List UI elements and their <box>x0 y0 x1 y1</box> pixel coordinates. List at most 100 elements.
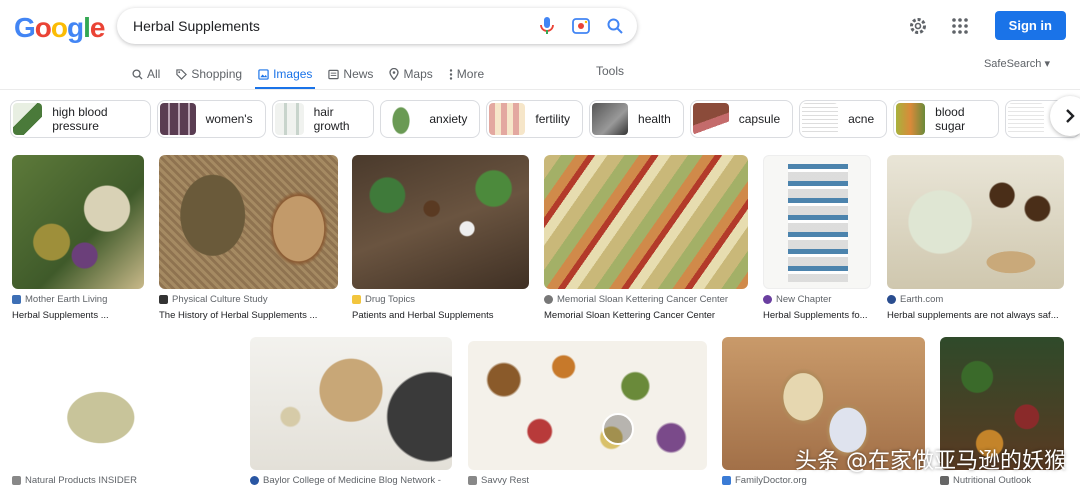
source-favicon <box>159 295 168 304</box>
apps-grid-icon[interactable] <box>947 13 973 39</box>
chip-thumbnail <box>1007 103 1044 135</box>
source-name: Natural Products INSIDER <box>25 475 137 486</box>
sign-in-button[interactable]: Sign in <box>994 11 1066 40</box>
source-name: Nutritional Outlook <box>953 475 1032 486</box>
result-title[interactable]: Herbal supplements are not always saf... <box>887 310 1064 321</box>
more-vert-icon <box>449 68 452 80</box>
result-title[interactable]: Patients and Herbal Supplements <box>352 310 529 321</box>
search-box[interactable]: Herbal Supplements <box>117 8 637 44</box>
tab-label: News <box>343 67 374 81</box>
result-thumbnail[interactable] <box>352 155 529 289</box>
camera-lens-icon[interactable] <box>569 14 593 38</box>
chip-health[interactable]: health <box>589 100 684 138</box>
chip-fertility[interactable]: fertility <box>486 100 584 138</box>
result-thumbnail[interactable] <box>159 155 338 289</box>
result-thumbnail[interactable] <box>12 339 234 470</box>
source-name: Mother Earth Living <box>25 294 108 305</box>
chip-label: hair growth <box>313 105 350 133</box>
google-logo[interactable]: Google <box>14 12 105 44</box>
source-name: Memorial Sloan Kettering Cancer Center <box>557 294 729 305</box>
map-pin-icon <box>389 68 400 80</box>
chip-womens[interactable]: women's <box>156 100 266 138</box>
source-favicon <box>12 476 21 485</box>
chip-thumbnail <box>274 103 304 135</box>
tab-maps[interactable]: Maps <box>389 60 433 88</box>
tab-shopping[interactable]: Shopping <box>176 60 242 88</box>
chip-thumbnail <box>592 103 629 135</box>
play-video-icon[interactable] <box>602 413 634 445</box>
tab-label: Maps <box>403 67 433 81</box>
logo-letter: o <box>50 12 68 43</box>
result-title[interactable]: Herbal Supplements fo... <box>763 310 871 321</box>
image-result[interactable]: Earth.com Herbal supplements are not alw… <box>887 155 1064 321</box>
chip-label: fertility <box>535 112 571 126</box>
search-icon[interactable] <box>603 14 627 38</box>
result-thumbnail[interactable] <box>887 155 1064 289</box>
safesearch-menu[interactable]: SafeSearch ▾ <box>984 57 1050 70</box>
chip-hair-growth[interactable]: hair growth <box>271 100 375 138</box>
image-result[interactable]: Mother Earth Living Herbal Supplements .… <box>12 155 144 321</box>
tab-label: More <box>456 67 485 81</box>
result-title[interactable]: Memorial Sloan Kettering Cancer Center <box>544 310 748 321</box>
tab-label: Shopping <box>191 67 243 81</box>
logo-letter: o <box>34 12 52 43</box>
chip-anxiety[interactable]: anxiety <box>380 100 481 138</box>
image-result[interactable]: New Chapter Herbal Supplements fo... <box>763 155 871 321</box>
result-thumbnail[interactable] <box>544 155 748 289</box>
chip-label: blood sugar <box>935 105 966 133</box>
header-divider <box>0 89 1080 90</box>
source-favicon <box>722 476 731 485</box>
chip-thumbnail <box>692 103 729 135</box>
chip-high-blood-pressure[interactable]: high blood pressure <box>10 100 151 138</box>
chip-thumbnail <box>802 103 839 135</box>
logo-letter: l <box>83 12 91 43</box>
settings-gear-icon[interactable] <box>905 13 931 39</box>
image-result[interactable]: Savvy Rest <box>468 341 707 486</box>
source-favicon <box>468 476 477 485</box>
source-name: Drug Topics <box>365 294 415 305</box>
tab-label: All <box>147 67 161 81</box>
image-result[interactable]: Drug Topics Patients and Herbal Suppleme… <box>352 155 529 321</box>
chip-capsule[interactable]: capsule <box>689 100 794 138</box>
image-result[interactable]: Baylor College of Medicine Blog Network … <box>250 337 452 486</box>
result-title[interactable]: Herbal Supplements ... <box>12 310 144 321</box>
chip-label: health <box>638 112 671 126</box>
image-result[interactable]: Memorial Sloan Kettering Cancer Center M… <box>544 155 748 321</box>
result-thumbnail[interactable] <box>468 341 707 470</box>
source-favicon <box>12 295 21 304</box>
chip-thumbnail <box>489 103 526 135</box>
result-title[interactable]: The History of Herbal Supplements ... <box>159 310 338 321</box>
result-thumbnail[interactable] <box>250 337 452 470</box>
source-name: Savvy Rest <box>481 475 530 486</box>
tab-all[interactable]: All <box>132 60 160 88</box>
logo-letter: G <box>14 12 36 43</box>
source-favicon <box>940 476 949 485</box>
news-icon <box>328 69 340 79</box>
tools-button[interactable]: Tools <box>596 64 624 78</box>
source-favicon <box>250 476 259 485</box>
microphone-icon[interactable] <box>535 14 559 38</box>
chip-label: capsule <box>738 112 781 126</box>
search-input[interactable]: Herbal Supplements <box>133 18 535 34</box>
image-result[interactable]: Physical Culture Study The History of He… <box>159 155 338 321</box>
chip-label: anxiety <box>429 112 468 126</box>
image-icon <box>258 68 269 80</box>
search-tabs: All Shopping Images News Maps More <box>132 60 500 90</box>
image-result[interactable]: Natural Products INSIDER <box>12 339 234 486</box>
chip-thumbnail <box>896 103 926 135</box>
tab-images[interactable]: Images <box>255 60 316 90</box>
chevron-right-icon <box>1066 109 1075 123</box>
result-thumbnail[interactable] <box>12 155 144 289</box>
source-name: FamilyDoctor.org <box>735 475 807 486</box>
source-favicon <box>352 295 361 304</box>
tab-news[interactable]: News <box>328 60 373 88</box>
source-favicon <box>763 295 772 304</box>
result-thumbnail[interactable] <box>763 155 871 289</box>
source-name: Physical Culture Study <box>172 294 268 305</box>
tab-more[interactable]: More <box>449 60 484 88</box>
search-icon <box>132 68 143 80</box>
tab-label: Images <box>273 67 313 81</box>
chip-acne[interactable]: acne <box>799 100 888 138</box>
chip-blood-sugar[interactable]: blood sugar <box>893 100 999 138</box>
chip-label: high blood pressure <box>52 105 108 133</box>
